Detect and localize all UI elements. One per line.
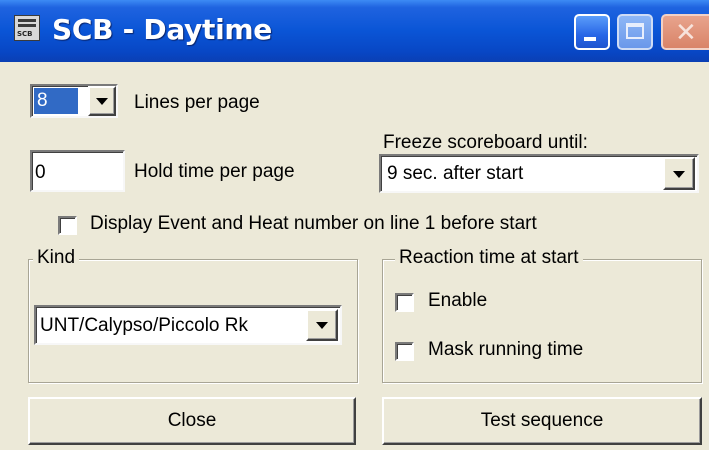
freeze-dropdown-button[interactable]	[663, 157, 695, 190]
chevron-down-icon	[673, 170, 685, 178]
dialog-window: SCB SCB - Daytime ✕ 8 Lines per page Fre…	[0, 0, 709, 450]
display-event-heat-checkbox[interactable]	[58, 216, 77, 235]
freeze-label: Freeze scoreboard until:	[383, 132, 588, 153]
maximize-icon	[626, 23, 644, 39]
hold-time-value: 0	[35, 162, 46, 183]
lines-per-page-label: Lines per page	[134, 92, 260, 113]
freeze-value: 9 sec. after start	[387, 163, 524, 184]
kind-value: UNT/Calypso/Piccolo Rk	[40, 315, 248, 336]
kind-select[interactable]: UNT/Calypso/Piccolo Rk	[34, 305, 342, 345]
test-sequence-button[interactable]: Test sequence	[382, 397, 702, 445]
title-bar[interactable]: SCB SCB - Daytime ✕	[0, 0, 709, 62]
app-icon-caption: SCB	[17, 30, 33, 38]
lines-per-page-dropdown-button[interactable]	[88, 86, 116, 116]
reaction-time-group	[382, 259, 702, 383]
window-title: SCB - Daytime	[52, 13, 272, 46]
reaction-time-group-title: Reaction time at start	[395, 247, 583, 269]
mask-running-time-checkbox[interactable]	[395, 342, 414, 361]
app-icon: SCB	[14, 15, 40, 41]
display-event-heat-label: Display Event and Heat number on line 1 …	[90, 213, 537, 234]
lines-per-page-select[interactable]: 8	[30, 84, 118, 118]
lines-per-page-value-highlight: 8	[34, 88, 78, 114]
hold-time-input[interactable]: 0	[30, 150, 125, 192]
reaction-enable-checkbox[interactable]	[395, 293, 414, 312]
close-window-button[interactable]: ✕	[661, 14, 709, 50]
close-icon: ✕	[675, 18, 697, 48]
chevron-down-icon	[96, 98, 108, 105]
maximize-button[interactable]	[617, 14, 653, 50]
reaction-enable-label: Enable	[428, 290, 488, 311]
kind-group-title: Kind	[33, 247, 80, 269]
minimize-icon	[584, 37, 596, 41]
mask-running-time-label: Mask running time	[428, 339, 584, 360]
chevron-down-icon	[316, 322, 328, 329]
kind-dropdown-button[interactable]	[306, 309, 338, 341]
freeze-select[interactable]: 9 sec. after start	[379, 154, 699, 193]
minimize-button[interactable]	[574, 14, 610, 50]
close-button[interactable]: Close	[28, 397, 356, 445]
hold-time-label: Hold time per page	[134, 161, 295, 182]
lines-per-page-value: 8	[37, 90, 48, 111]
